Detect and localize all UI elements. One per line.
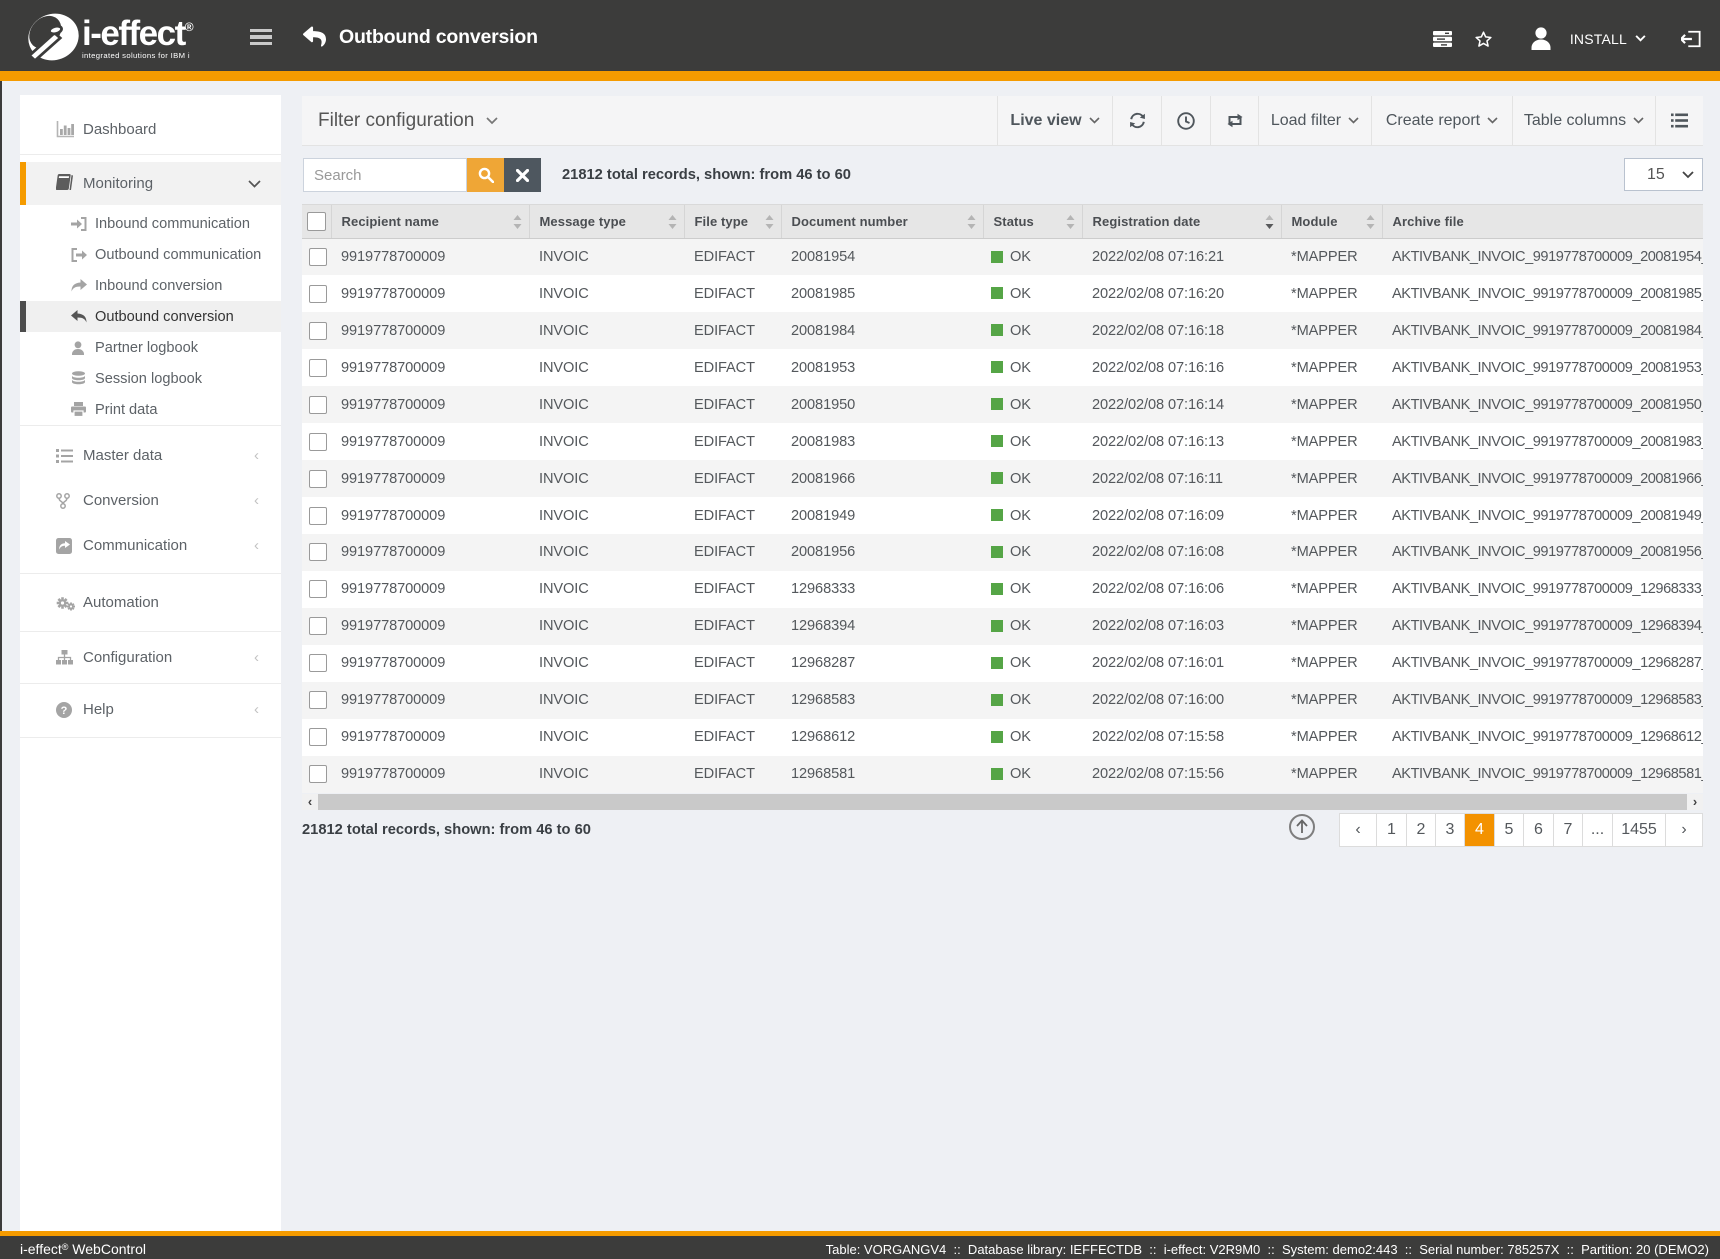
svg-text:?: ? — [61, 705, 68, 717]
